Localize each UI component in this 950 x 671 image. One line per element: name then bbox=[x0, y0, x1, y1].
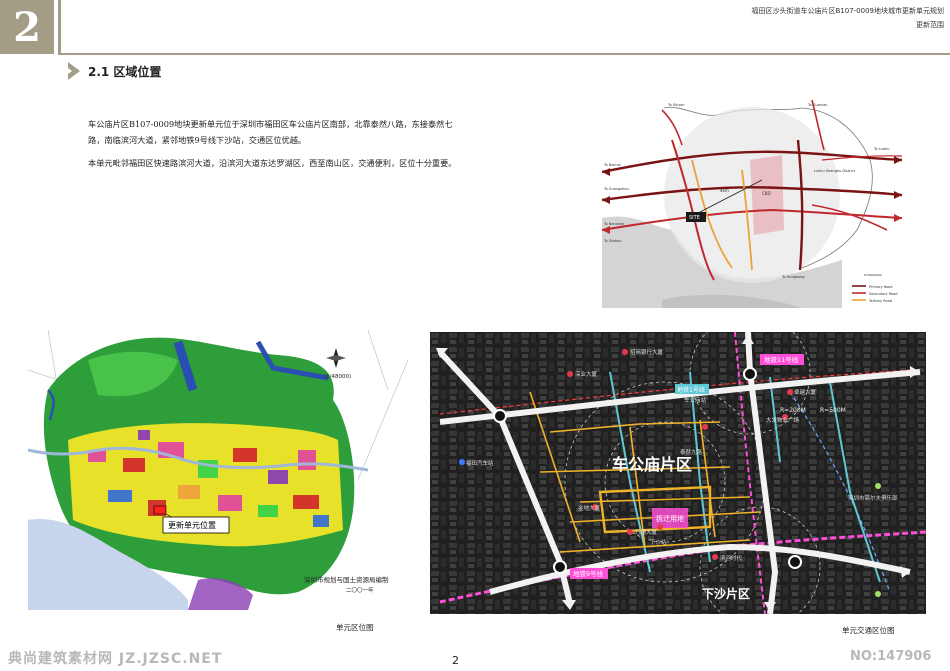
chapter-number: 2 bbox=[13, 4, 41, 51]
district-south-label: 下沙片区 bbox=[702, 586, 750, 601]
section-chevron-cutout bbox=[64, 65, 72, 77]
body-paragraph-2: 本单元毗邻福田区快速路滨河大道，沿滨河大道东达罗湖区，西至南山区，交通便利，区位… bbox=[88, 158, 457, 168]
poi-label: 车公庙站 bbox=[684, 396, 707, 404]
to-shekou-label: To Shekou bbox=[603, 239, 622, 243]
footer-id: NO:147906 bbox=[850, 649, 932, 664]
landuse-credit-line-2: 二〇〇一年 bbox=[346, 586, 374, 594]
radius-500-label: R=500M bbox=[820, 407, 846, 414]
poi-label: 万通大厦 bbox=[635, 528, 658, 536]
legend-secondary-label: Secondary Road bbox=[869, 292, 897, 296]
body-paragraph-1: 车公庙片区B107-0009地块更新单元位于深圳市福田区车公庙片区南部，北靠泰然… bbox=[88, 119, 453, 145]
legend-tertiary-label: Tertiary Road bbox=[868, 299, 892, 303]
district-main-label: 车公庙片区 bbox=[612, 455, 692, 474]
poi-label: 金地大厦 bbox=[578, 504, 601, 512]
header-divider-vertical bbox=[58, 0, 61, 54]
poi-label: 下沙站 bbox=[650, 538, 667, 546]
landuse-callout-label: 更新单元位置 bbox=[168, 520, 216, 530]
footer-watermark: 典尚建筑素材网 JZ.JZSC.NET bbox=[8, 651, 223, 667]
poi-label: 泰然九路 bbox=[680, 448, 703, 456]
header-divider-horizontal bbox=[58, 53, 950, 55]
metro-line-1-label: 地铁1号线 bbox=[677, 386, 705, 394]
to-hongkong-label: To Hongkong bbox=[781, 275, 805, 279]
section-title: 2.1 区域位置 bbox=[88, 65, 162, 79]
cbd-label: CBD bbox=[762, 191, 771, 196]
page-number: 2 bbox=[452, 654, 459, 667]
poi-label: 招商银行大厦 bbox=[630, 348, 664, 356]
radius-200-label: R=200M bbox=[780, 407, 806, 414]
hongkong-label: HONGKONG bbox=[864, 273, 883, 277]
landuse-map-caption: 单元区位图 bbox=[336, 623, 374, 632]
poi-label: 滨河时代 bbox=[720, 554, 743, 562]
to-luohu-label: To Luohu bbox=[873, 147, 889, 151]
document-title: 福田区沙头街道车公庙片区B107-0009地块城市更新单元规划 bbox=[751, 7, 944, 15]
aerial-traffic-map: 车公庙片区 下沙片区 地铁11号线 地铁9号线 地铁1号线 拆迁用地 R=200… bbox=[430, 332, 926, 614]
landuse-credit-line-1: 深圳市规划与国土资源局编制 bbox=[304, 575, 389, 584]
document-subtitle: 更新范围 bbox=[916, 21, 944, 29]
to-shiyan-label: To Shiyan bbox=[667, 103, 685, 107]
regional-road-map: 4km SITE CBD To Shiyan To Guanlan To Luo… bbox=[602, 100, 912, 308]
legend-primary-label: Primary Road bbox=[869, 285, 892, 289]
poi-label: 福田汽车站 bbox=[466, 459, 494, 467]
metro-line-11-label: 地铁11号线 bbox=[764, 355, 799, 364]
poi-label: 深圳市高尔夫俱乐部 bbox=[848, 494, 898, 502]
poi-label: 卓越大厦 bbox=[794, 388, 817, 396]
poi-label: 深业大厦 bbox=[575, 370, 598, 378]
site-label: SITE bbox=[689, 215, 700, 221]
planned-land-label: 拆迁用地 bbox=[656, 514, 684, 523]
to-baoan-label: To Bao'an bbox=[603, 163, 621, 167]
distance-label: 4km bbox=[720, 188, 729, 193]
poi-label: 大发物业广场 bbox=[766, 416, 800, 424]
landuse-scale-label: (1/48000) bbox=[324, 374, 351, 380]
metro-line-9-label: 地铁9号线 bbox=[573, 569, 604, 578]
to-guangzhou-label: To Guangzhou bbox=[603, 187, 629, 191]
landuse-map: 更新单元位置 (1/48000) 深圳市规划与国土资源局编制 二〇〇一年 bbox=[28, 330, 418, 610]
traffic-map-caption: 单元交通区位图 bbox=[842, 626, 895, 635]
to-nanshan-label: To Nanshan bbox=[603, 222, 624, 226]
luohu-district-label: Luohu Shangbu District bbox=[814, 169, 856, 173]
to-guanlan-label: To Guanlan bbox=[807, 103, 827, 107]
